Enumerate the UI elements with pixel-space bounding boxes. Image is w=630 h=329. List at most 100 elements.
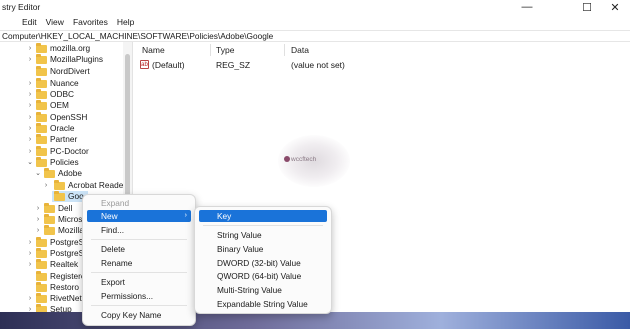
chevron-right-icon[interactable]: › <box>26 78 34 89</box>
menu-item-rename[interactable]: Rename <box>87 257 191 269</box>
tree-item-odbc[interactable]: › ODBC <box>0 89 124 100</box>
chevron-right-icon[interactable]: › <box>42 180 50 191</box>
chevron-right-icon[interactable]: › <box>26 54 34 65</box>
menu-item-delete[interactable]: Delete <box>87 243 191 255</box>
column-divider[interactable] <box>284 44 285 56</box>
chevron-right-icon[interactable]: › <box>26 248 34 259</box>
string-value-icon: ab <box>140 60 149 69</box>
value-name[interactable]: (Default) <box>152 59 185 71</box>
folder-icon <box>36 237 47 247</box>
submenu-item-string-value[interactable]: String Value <box>199 229 327 241</box>
tree-item-policies[interactable]: ⌄ Policies <box>0 157 124 168</box>
folder-icon <box>54 180 65 190</box>
chevron-right-icon[interactable]: › <box>26 43 34 54</box>
chevron-right-icon[interactable]: › <box>26 146 34 157</box>
chevron-right-icon[interactable]: › <box>26 123 34 134</box>
menu-favorites[interactable]: Favorites <box>73 17 108 27</box>
tree-item-openssh[interactable]: › OpenSSH <box>0 112 124 123</box>
submenu-item-key[interactable]: Key <box>199 210 327 222</box>
tree-item-label: Policies <box>50 157 79 167</box>
tree-item-nuance[interactable]: › Nuance <box>0 78 124 89</box>
chevron-right-icon[interactable]: › <box>26 259 34 270</box>
folder-icon <box>44 168 55 178</box>
menu-item-new[interactable]: New › <box>87 210 191 222</box>
maximize-button[interactable]: ☐ <box>572 0 602 14</box>
menu-separator <box>91 305 187 306</box>
folder-icon <box>54 191 65 201</box>
tree-item-label: Acrobat Reader <box>68 180 127 190</box>
tree-item-label: mozilla.org <box>50 43 91 53</box>
chevron-right-icon: › <box>184 212 187 219</box>
menu-item-copy-key-name[interactable]: Copy Key Name <box>87 309 191 321</box>
tree-item-label: Restoro <box>50 282 80 292</box>
column-header-data[interactable]: Data <box>291 45 309 55</box>
chevron-down-icon[interactable]: ⌄ <box>26 157 34 168</box>
folder-icon <box>36 78 47 88</box>
tree-item-adobe[interactable]: ⌄ Adobe <box>0 168 124 179</box>
tree-item-label: MozillaPlugins <box>50 54 104 64</box>
chevron-right-icon[interactable]: › <box>26 100 34 111</box>
submenu-item-expandable-string-value[interactable]: Expandable String Value <box>199 298 327 310</box>
tree-item-label: Adobe <box>58 168 82 178</box>
minimize-button[interactable]: — <box>512 0 542 14</box>
menu-item-export[interactable]: Export <box>87 276 191 288</box>
window-title: stry Editor <box>2 2 41 12</box>
chevron-right-icon[interactable]: › <box>26 293 34 304</box>
tree-item-label: Mozilla <box>58 225 84 235</box>
tree-item-label: Registere <box>50 271 86 281</box>
tree-item-label: OpenSSH <box>50 112 88 122</box>
value-data[interactable]: (value not set) <box>291 59 345 71</box>
chevron-right-icon[interactable]: › <box>34 225 42 236</box>
menu-help[interactable]: Help <box>117 17 134 27</box>
chevron-down-icon[interactable]: ⌄ <box>34 168 42 179</box>
folder-icon <box>44 203 55 213</box>
tree-item-label: Realtek <box>50 259 79 269</box>
chevron-right-icon[interactable]: › <box>26 304 34 312</box>
tree-item-label: Setup <box>50 304 72 312</box>
folder-icon <box>44 225 55 235</box>
context-menu: Expand New › Find... Delete Rename Expor… <box>82 194 196 326</box>
menu-separator <box>203 225 323 226</box>
column-header-type[interactable]: Type <box>216 45 234 55</box>
folder-icon <box>36 54 47 64</box>
column-divider[interactable] <box>210 44 211 56</box>
menu-item-permissions[interactable]: Permissions... <box>87 290 191 302</box>
value-type[interactable]: REG_SZ <box>216 59 250 71</box>
menu-separator <box>91 239 187 240</box>
chevron-right-icon[interactable]: › <box>34 214 42 225</box>
submenu-item-qword-value[interactable]: QWORD (64-bit) Value <box>199 270 327 282</box>
folder-icon <box>36 146 47 156</box>
folder-icon <box>36 112 47 122</box>
tree-item-label: PC-Doctor <box>50 146 89 156</box>
folder-icon <box>36 89 47 99</box>
watermark-text: wccftech <box>291 156 317 163</box>
tree-item-label: Nuance <box>50 78 79 88</box>
tree-item-oracle[interactable]: › Oracle <box>0 123 124 134</box>
tree-item-pc-doctor[interactable]: › PC-Doctor <box>0 146 124 157</box>
chevron-right-icon[interactable]: › <box>26 112 34 123</box>
tree-item-oem[interactable]: › OEM <box>0 100 124 111</box>
address-bar[interactable]: Computer\HKEY_LOCAL_MACHINE\SOFTWARE\Pol… <box>0 30 630 42</box>
tree-item-acrobat-reader[interactable]: › Acrobat Reader <box>0 180 127 191</box>
menu-view[interactable]: View <box>46 17 64 27</box>
tree-item-mozilla-org[interactable]: › mozilla.org <box>0 43 124 54</box>
chevron-right-icon[interactable]: › <box>26 237 34 248</box>
chevron-right-icon[interactable]: › <box>26 134 34 145</box>
chevron-right-icon[interactable]: › <box>34 203 42 214</box>
close-button[interactable]: ✕ <box>600 0 630 14</box>
submenu-item-multi-string-value[interactable]: Multi-String Value <box>199 284 327 296</box>
column-header-name[interactable]: Name <box>142 45 165 55</box>
chevron-right-icon[interactable]: › <box>26 89 34 100</box>
folder-icon <box>36 100 47 110</box>
tree-item-mozillaplugins[interactable]: › MozillaPlugins <box>0 54 124 65</box>
menu-item-expand[interactable]: Expand <box>87 197 191 209</box>
tree-item-label: Partner <box>50 134 78 144</box>
menu-item-find[interactable]: Find... <box>87 224 191 236</box>
folder-icon <box>36 271 47 281</box>
submenu-item-binary-value[interactable]: Binary Value <box>199 243 327 255</box>
tree-item-partner[interactable]: › Partner <box>0 134 124 145</box>
tree-item-label: OEM <box>50 100 69 110</box>
tree-item-norddivert[interactable]: NordDivert <box>0 66 124 77</box>
submenu-item-dword-value[interactable]: DWORD (32-bit) Value <box>199 257 327 269</box>
menu-edit[interactable]: Edit <box>22 17 37 27</box>
